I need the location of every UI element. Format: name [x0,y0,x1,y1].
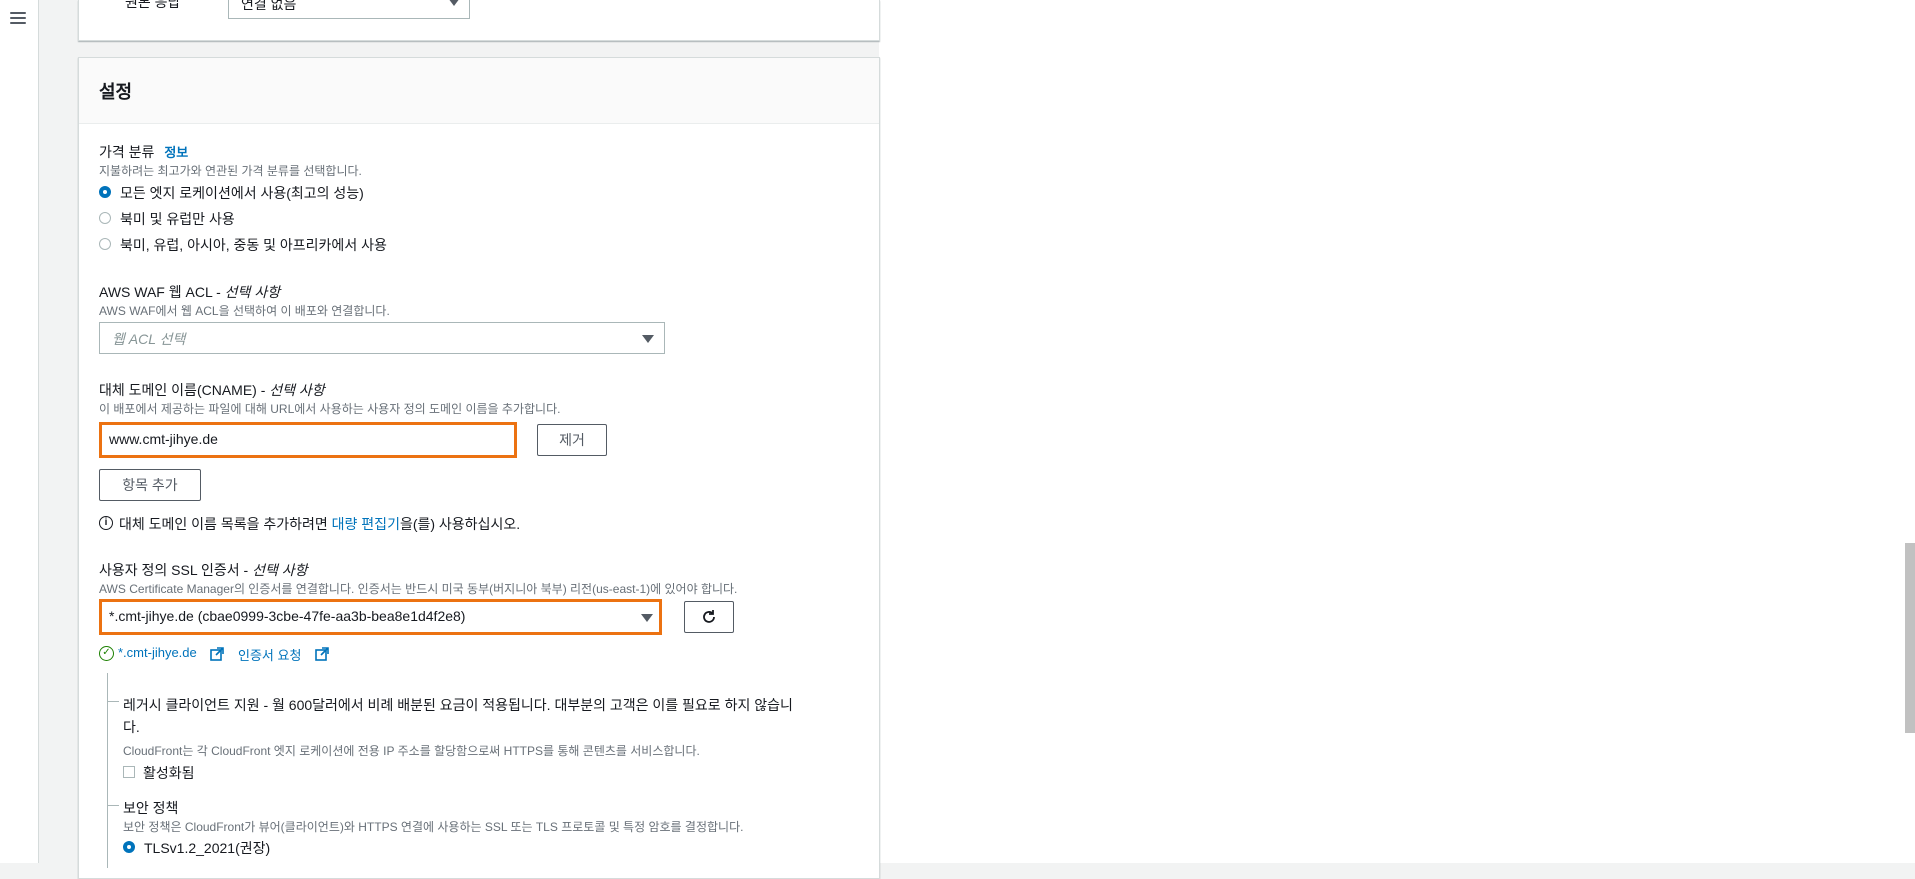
price-class-label-text: 가격 분류 [99,144,155,160]
chevron-down-icon [641,614,653,622]
ssl-certificate-select[interactable]: *.cmt-jihye.de (cbae0999-3cbe-47fe-aa3b-… [99,599,662,635]
refresh-button[interactable] [684,601,734,633]
legacy-enabled-label[interactable]: 활성화됨 [143,763,195,783]
external-link-icon[interactable] [315,647,329,661]
ssl-label: 사용자 정의 SSL 인증서 - 선택 사항 [99,560,308,580]
scrollbar-thumb[interactable] [1905,543,1915,733]
check-circle-icon: ✓ [99,646,114,661]
origin-response-select[interactable]: 연결 없음 [228,0,470,19]
right-blank-area [879,0,1915,863]
price-class-info-link[interactable]: 정보 [164,145,188,160]
price-class-option-na-eu[interactable]: 북미 및 유럽만 사용 [120,209,235,229]
settings-panel: 설정 가격 분류 정보 지불하려는 최고가와 연관된 가격 분류를 선택합니다.… [78,57,880,879]
origin-response-value: 연결 없음 [241,0,297,12]
security-policy-radio-tls12-2021[interactable] [123,841,135,853]
waf-label-text: AWS WAF 웹 ACL - [99,284,225,300]
waf-description: AWS WAF에서 웹 ACL을 선택하여 이 배포와 연결합니다. [99,304,390,318]
bulk-editor-link[interactable]: 대량 편집기 [332,516,400,532]
bulk-editor-note: 대체 도메인 이름 목록을 추가하려면 대량 편집기을(를) 사용하십시오. [119,514,520,534]
settings-header: 설정 [79,58,879,124]
price-class-radio-all[interactable] [99,186,111,198]
legacy-support-label: 레거시 클라이언트 지원 - 월 600달러에서 비례 배분된 요금이 적용됩니… [123,694,843,738]
waf-acl-placeholder: 웹 ACL 선택 [112,331,186,347]
cname-description: 이 배포에서 제공하는 파일에 대해 URL에서 사용하는 사용자 정의 도메인… [99,402,561,416]
external-link-icon[interactable] [210,647,224,661]
chevron-down-icon [642,335,654,343]
security-policy-description: 보안 정책은 CloudFront가 뷰어(클라이언트)와 HTTPS 연결에 … [123,820,744,834]
add-item-button[interactable]: 항목 추가 [99,469,201,501]
price-class-radio-na-eu-asia[interactable] [99,238,111,250]
waf-label: AWS WAF 웹 ACL - 선택 사항 [99,282,280,302]
ssl-description-rest: 의 인증서를 연결합니다. 인증서는 반드시 미국 동부(버지니아 북부) 리전… [233,582,738,596]
cname-optional-text: 선택 사항 [269,382,325,398]
ssl-description: AWS Certificate Manager의 인증서를 연결합니다. 인증서… [99,580,737,597]
certificate-link[interactable]: *.cmt-jihye.de [118,645,197,660]
chevron-down-icon [448,0,460,6]
page-title: 설정 [99,82,133,102]
ssl-optional-text: 선택 사항 [252,562,308,578]
bulk-note-before: 대체 도메인 이름 목록을 추가하려면 [119,516,332,532]
price-class-option-na-eu-asia[interactable]: 북미, 유럽, 아시아, 중동 및 아프리카에서 사용 [120,235,387,255]
origin-response-label: 원본 응답 [125,0,181,10]
cname-label-text: 대체 도메인 이름(CNAME) - [99,382,270,398]
legacy-title-line2: 다. [123,719,140,735]
price-class-radio-na-eu[interactable] [99,212,111,224]
ssl-description-acm: AWS Certificate Manager [99,582,234,596]
ssl-label-text: 사용자 정의 SSL 인증서 - [99,562,253,578]
cname-input[interactable]: www.cmt-jihye.de [99,422,517,458]
tree-connector [107,805,119,806]
remove-button[interactable]: 제거 [537,424,607,456]
tree-connector [107,701,119,702]
legacy-title-line1: 레거시 클라이언트 지원 - 월 600달러에서 비례 배분된 요금이 적용됩니… [123,697,793,713]
previous-panel: 원본 응답 연결 없음 [78,0,880,41]
price-class-label: 가격 분류 정보 [99,142,188,162]
info-icon: i [99,516,113,530]
hamburger-menu-icon[interactable] [10,12,26,26]
security-policy-label: 보안 정책 [123,800,179,816]
bulk-note-after: 을(를) 사용하십시오. [399,516,521,532]
cname-label: 대체 도메인 이름(CNAME) - 선택 사항 [99,380,325,400]
price-class-description: 지불하려는 최고가와 연관된 가격 분류를 선택합니다. [99,164,362,178]
waf-acl-select[interactable]: 웹 ACL 선택 [99,322,665,354]
tree-connector [107,673,108,868]
security-policy-option-tls12-2021[interactable]: TLSv1.2_2021(권장) [144,838,270,858]
legacy-enabled-checkbox[interactable] [123,766,135,778]
request-certificate-link[interactable]: 인증서 요청 [238,645,301,664]
left-nav-rail [0,0,39,863]
legacy-description: CloudFront는 각 CloudFront 엣지 로케이션에 전용 IP … [123,744,700,758]
ssl-certificate-value: *.cmt-jihye.de (cbae0999-3cbe-47fe-aa3b-… [109,608,466,624]
waf-optional-text: 선택 사항 [224,284,281,300]
refresh-icon [703,610,715,623]
cname-input-value: www.cmt-jihye.de [109,431,218,447]
price-class-option-all[interactable]: 모든 엣지 로케이션에서 사용(최고의 성능) [120,183,364,203]
